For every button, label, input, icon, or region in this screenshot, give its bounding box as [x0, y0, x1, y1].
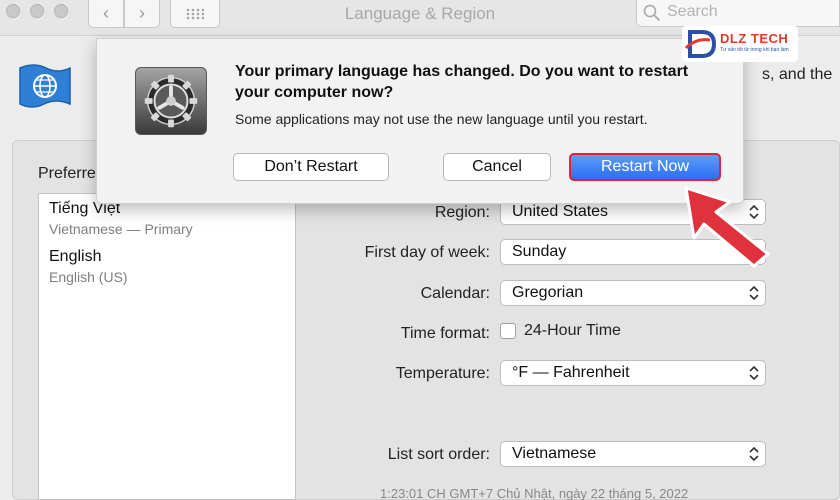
red-pointer-arrow-icon — [684, 186, 770, 268]
window-title: Language & Region — [344, 4, 496, 23]
dlz-tech-watermark-logo: DLZ TECH Tư vấn tốt từ trong khi bạn làm — [682, 26, 798, 62]
preferred-languages-label: Preferre — [38, 165, 96, 182]
region-value: United States — [512, 203, 609, 220]
temperature-value: °F — Fahrenheit — [512, 364, 630, 381]
cancel-button[interactable]: Cancel — [443, 153, 551, 181]
language-subtitle: Vietnamese — Primary — [49, 221, 193, 237]
language-region-flag-icon — [19, 64, 71, 108]
dont-restart-button[interactable]: Don’t Restart — [233, 153, 389, 181]
watermark-tagline: Tư vấn tốt từ trong khi bạn làm — [720, 47, 789, 53]
date-time-preview: 1:23:01 CH GMT+7 Chủ Nhật, ngày 22 tháng… — [380, 486, 689, 500]
time-format-label: Time format: — [400, 325, 490, 342]
updown-chevron-icon — [749, 365, 759, 381]
sort-order-label: List sort order: — [387, 446, 490, 463]
language-name: English — [49, 248, 102, 265]
first-day-label: First day of week: — [364, 244, 490, 261]
time-format-option[interactable]: 24-Hour Time — [500, 322, 621, 340]
24-hour-time-label: 24-Hour Time — [524, 322, 621, 339]
first-day-value: Sunday — [512, 243, 567, 260]
restart-now-button[interactable]: Restart Now — [569, 153, 721, 181]
updown-chevron-icon — [749, 446, 759, 462]
chevron-left-icon: ‹ — [103, 3, 109, 23]
close-window-button[interactable] — [6, 4, 20, 18]
search-icon — [643, 4, 660, 21]
grid-icon — [186, 8, 204, 19]
forward-button[interactable]: › — [124, 0, 160, 28]
24-hour-time-checkbox[interactable] — [500, 323, 516, 339]
calendar-label: Calendar: — [420, 285, 490, 302]
watermark-brand: DLZ TECH — [720, 31, 789, 46]
list-item[interactable]: English English (US) — [49, 248, 128, 285]
list-item[interactable]: Tiếng Việt Vietnamese — Primary — [49, 200, 193, 237]
preferred-languages-list[interactable]: Tiếng Việt Vietnamese — Primary English … — [38, 193, 296, 500]
search-field[interactable]: Search — [636, 0, 840, 27]
temperature-popup[interactable]: °F — Fahrenheit — [500, 360, 766, 386]
temperature-label: Temperature: — [395, 365, 490, 382]
dlz-logo-mark-icon — [684, 30, 717, 58]
language-subtitle: English (US) — [49, 269, 128, 285]
back-button[interactable]: ‹ — [88, 0, 124, 28]
restart-alert-dialog: Your primary language has changed. Do yo… — [96, 38, 744, 204]
calendar-popup[interactable]: Gregorian — [500, 280, 766, 306]
calendar-value: Gregorian — [512, 284, 584, 301]
pane-description: s, and the — [762, 66, 833, 83]
dialog-message: Some applications may not use the new la… — [235, 111, 648, 127]
zoom-window-button[interactable] — [54, 4, 68, 18]
updown-chevron-icon — [749, 285, 759, 301]
show-all-button[interactable] — [170, 0, 220, 28]
chevron-right-icon: › — [139, 3, 145, 23]
sort-order-value: Vietnamese — [512, 445, 597, 462]
region-label: Region: — [434, 204, 490, 221]
system-preferences-gear-icon — [135, 67, 207, 135]
search-placeholder: Search — [667, 3, 718, 20]
minimize-window-button[interactable] — [30, 4, 44, 18]
sort-order-popup[interactable]: Vietnamese — [500, 441, 766, 467]
dialog-title: Your primary language has changed. Do yo… — [235, 63, 689, 101]
